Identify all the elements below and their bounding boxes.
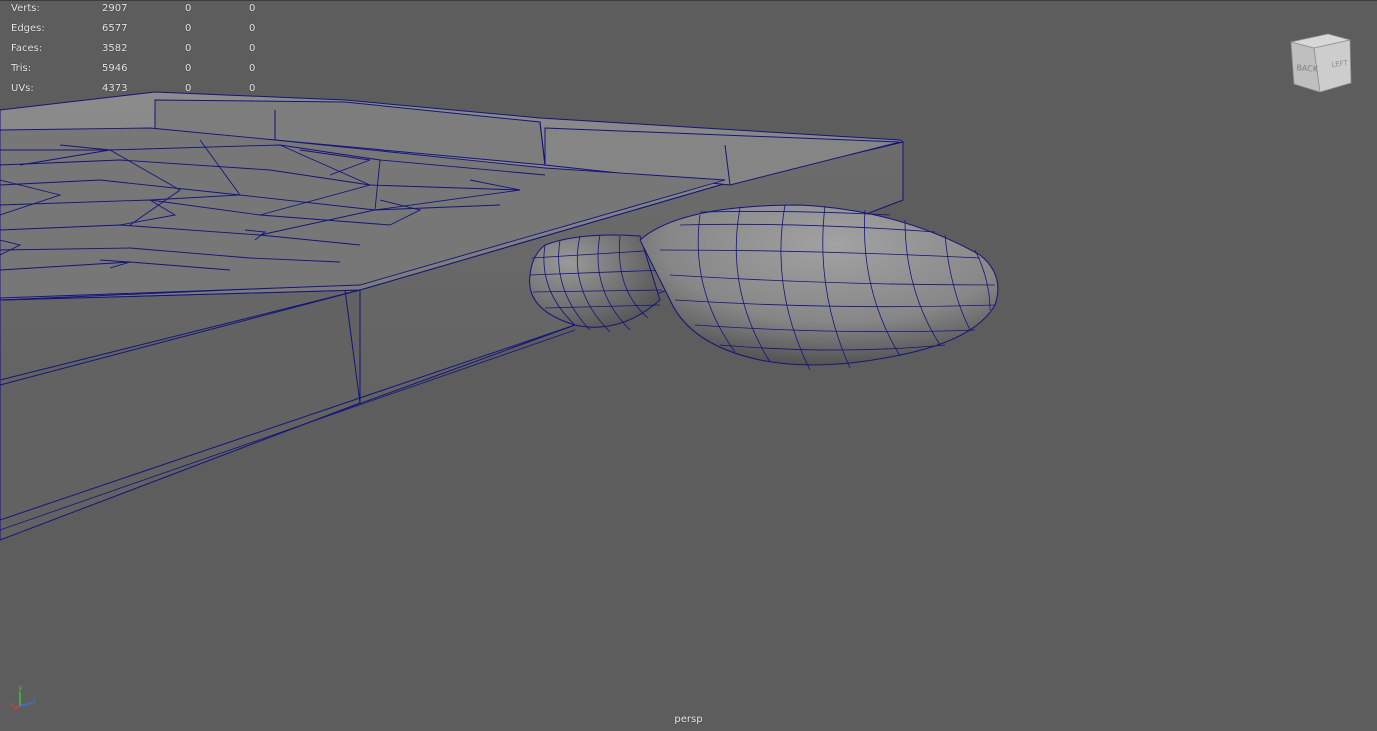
- hud-value: 4373: [102, 83, 128, 94]
- y-axis-label: y: [18, 683, 23, 692]
- hud-label: Faces:: [11, 43, 43, 54]
- hud-row-edges: Edges: 6577 0 0: [11, 23, 271, 43]
- hud-value: 0: [249, 23, 256, 34]
- hud-value: 0: [185, 63, 192, 74]
- hud-value: 3582: [102, 43, 128, 54]
- z-axis-label: z: [32, 696, 36, 705]
- hud-value: 0: [249, 63, 256, 74]
- hud-label: Edges:: [11, 23, 45, 34]
- z-axis-line: [19, 702, 33, 707]
- hud-value: 0: [249, 43, 256, 54]
- hud-value: 0: [249, 3, 256, 14]
- hud-value: 0: [185, 3, 192, 14]
- viewcube-back-label: BACK: [1296, 63, 1319, 74]
- view-cube[interactable]: BACK LEFT: [1286, 28, 1356, 98]
- axis-gizmo: y z x: [10, 683, 36, 710]
- hud-row-tris: Tris: 5946 0 0: [11, 63, 271, 83]
- x-axis-line: [13, 705, 21, 710]
- hud-value: 0: [185, 83, 192, 94]
- hud-value: 5946: [102, 63, 128, 74]
- hud-label: UVs:: [11, 83, 34, 94]
- camera-name-label: persp: [674, 714, 703, 725]
- grip-dome: [639, 204, 999, 371]
- poly-count-hud: Verts: 2907 0 0 Edges: 6577 0 0 Faces: 3…: [11, 3, 271, 103]
- hud-label: Tris:: [11, 63, 32, 74]
- maya-viewport[interactable]: Verts: 2907 0 0 Edges: 6577 0 0 Faces: 3…: [0, 0, 1377, 731]
- hud-row-faces: Faces: 3582 0 0: [11, 43, 271, 63]
- hud-value: 6577: [102, 23, 128, 34]
- hud-label: Verts:: [11, 3, 40, 14]
- hud-row-uvs: UVs: 4373 0 0: [11, 83, 271, 103]
- hud-value: 0: [249, 83, 256, 94]
- hud-value: 0: [185, 43, 192, 54]
- x-axis-label: x: [10, 701, 14, 709]
- scene-3d-model[interactable]: [0, 0, 1377, 731]
- hud-value: 2907: [102, 3, 128, 14]
- hud-value: 0: [185, 23, 192, 34]
- hud-row-verts: Verts: 2907 0 0: [11, 3, 271, 23]
